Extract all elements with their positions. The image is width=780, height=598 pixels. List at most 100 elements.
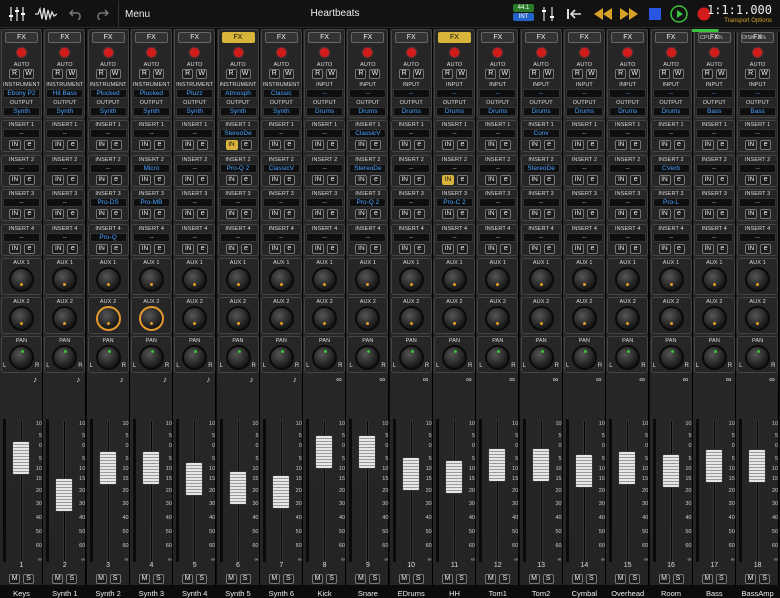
record-arm-button[interactable] — [276, 48, 286, 57]
record-arm-button[interactable] — [146, 48, 156, 57]
insert-edit-button[interactable]: e — [630, 243, 642, 254]
insert-in-button[interactable]: IN — [398, 140, 411, 150]
insert-plugin[interactable]: -- — [565, 232, 603, 242]
pan-knob[interactable] — [701, 345, 727, 370]
insert-edit-button[interactable]: e — [153, 209, 165, 219]
insert-in-button[interactable]: IN — [138, 243, 151, 254]
insert-in-button[interactable]: IN — [701, 209, 714, 219]
insert-edit-button[interactable]: e — [283, 174, 295, 185]
insert-in-button[interactable]: IN — [485, 174, 498, 185]
insert-edit-button[interactable]: e — [110, 140, 122, 150]
fx-button[interactable]: FX — [524, 32, 558, 43]
source-field[interactable]: -- — [392, 89, 430, 98]
insert-edit-button[interactable]: e — [586, 174, 598, 185]
volume-fader[interactable] — [748, 449, 767, 484]
fx-button[interactable]: FX — [308, 32, 342, 43]
insert-edit-button[interactable]: e — [67, 140, 79, 150]
insert-edit-button[interactable]: e — [716, 243, 728, 254]
insert-in-button[interactable]: IN — [268, 243, 281, 254]
stop-icon[interactable] — [646, 4, 664, 24]
insert-in-button[interactable]: IN — [312, 243, 325, 254]
insert-edit-button[interactable]: e — [543, 174, 555, 185]
insert-edit-button[interactable]: e — [67, 209, 79, 219]
insert-in-button[interactable]: IN — [442, 243, 454, 254]
write-button[interactable]: W — [196, 69, 208, 79]
output-field[interactable]: Drums — [349, 107, 387, 116]
insert-in-button[interactable]: IN — [355, 209, 368, 219]
output-field[interactable]: Drums — [522, 107, 560, 116]
insert-in-button[interactable]: IN — [701, 243, 714, 254]
source-field[interactable]: Plucked — [89, 89, 127, 98]
pan-knob[interactable] — [138, 345, 164, 370]
pan-knob[interactable] — [442, 345, 467, 370]
insert-in-button[interactable]: IN — [225, 174, 238, 185]
insert-edit-button[interactable]: e — [716, 174, 728, 185]
play-icon[interactable] — [668, 4, 690, 24]
write-button[interactable]: W — [412, 69, 424, 79]
aux-2-knob[interactable] — [442, 306, 467, 331]
time-display[interactable]: 1:1:1.000 — [707, 3, 772, 17]
insert-plugin[interactable]: -- — [479, 163, 517, 173]
insert-edit-button[interactable]: e — [240, 209, 252, 219]
insert-plugin[interactable]: -- — [46, 232, 84, 242]
insert-edit-button[interactable]: e — [716, 209, 728, 219]
fx-button[interactable]: FX — [351, 32, 385, 43]
insert-in-button[interactable]: IN — [615, 209, 628, 219]
insert-in-button[interactable]: IN — [9, 174, 21, 185]
mute-button[interactable]: M — [615, 574, 627, 584]
insert-plugin[interactable]: -- — [479, 129, 517, 138]
insert-plugin[interactable]: -- — [219, 198, 257, 207]
read-button[interactable]: R — [312, 69, 324, 79]
read-button[interactable]: R — [528, 69, 540, 79]
output-field[interactable]: Synth — [89, 107, 127, 116]
insert-edit-button[interactable]: e — [586, 243, 598, 254]
volume-fader[interactable] — [574, 453, 593, 488]
aux-1-knob[interactable] — [571, 267, 597, 292]
pan-knob[interactable] — [268, 345, 294, 370]
output-field[interactable]: Drums — [436, 107, 473, 116]
insert-in-button[interactable]: IN — [701, 140, 714, 150]
aux-1-knob[interactable] — [138, 267, 164, 292]
insert-edit-button[interactable]: e — [500, 174, 512, 185]
source-field[interactable]: -- — [652, 89, 690, 98]
insert-plugin[interactable]: -- — [3, 198, 40, 207]
mute-button[interactable]: M — [355, 574, 367, 584]
insert-edit-button[interactable]: e — [197, 140, 209, 150]
mute-button[interactable]: M — [95, 574, 107, 584]
output-field[interactable]: Synth — [219, 107, 257, 116]
volume-fader[interactable] — [185, 462, 204, 497]
aux-1-knob[interactable] — [95, 267, 121, 292]
read-button[interactable]: R — [701, 69, 713, 79]
insert-edit-button[interactable]: e — [673, 174, 685, 185]
insert-edit-button[interactable]: e — [586, 209, 598, 219]
insert-plugin[interactable]: -- — [392, 198, 430, 207]
insert-plugin[interactable]: -- — [739, 198, 777, 207]
insert-in-button[interactable]: IN — [138, 209, 151, 219]
insert-plugin[interactable]: -- — [436, 232, 473, 242]
aux-1-knob[interactable] — [745, 267, 771, 292]
write-button[interactable]: W — [456, 69, 467, 79]
write-button[interactable]: W — [282, 69, 294, 79]
insert-edit-button[interactable]: e — [500, 209, 512, 219]
insert-edit-button[interactable]: e — [110, 243, 122, 254]
record-arm-button[interactable] — [406, 48, 416, 57]
read-button[interactable]: R — [225, 69, 237, 79]
rewind-icon[interactable] — [592, 4, 614, 24]
insert-edit-button[interactable]: e — [283, 140, 295, 150]
insert-in-button[interactable]: IN — [528, 209, 541, 219]
insert-plugin[interactable]: -- — [652, 129, 690, 138]
insert-edit-button[interactable]: e — [586, 140, 598, 150]
insert-in-button[interactable]: IN — [485, 209, 498, 219]
read-button[interactable]: R — [95, 69, 107, 79]
insert-edit-button[interactable]: e — [153, 140, 165, 150]
insert-edit-button[interactable]: e — [283, 243, 295, 254]
insert-plugin[interactable]: -- — [695, 129, 733, 138]
pan-knob[interactable] — [528, 345, 554, 370]
source-field[interactable]: Ebony P2 — [3, 89, 40, 98]
volume-fader[interactable] — [618, 451, 637, 486]
insert-plugin[interactable]: CVerb — [652, 163, 690, 173]
write-button[interactable]: W — [239, 69, 251, 79]
mute-button[interactable]: M — [658, 574, 670, 584]
insert-edit-button[interactable]: e — [500, 140, 512, 150]
record-arm-button[interactable] — [450, 48, 459, 57]
